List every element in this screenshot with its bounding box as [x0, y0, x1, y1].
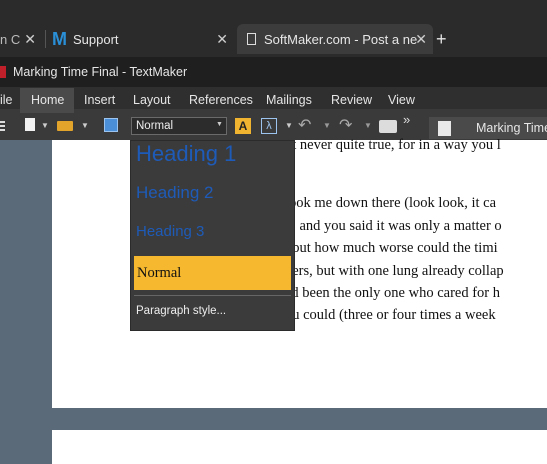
style-option-heading-3[interactable]: Heading 3: [136, 223, 291, 247]
new-document-icon[interactable]: [25, 118, 35, 131]
paragraph-style-select[interactable]: Normal ▼: [131, 117, 227, 135]
chevron-down-icon[interactable]: ▼: [285, 121, 293, 130]
document-page-next[interactable]: [52, 430, 547, 464]
document-tab-label: Marking Time: [476, 121, 547, 135]
window-title: Marking Time Final - TextMaker: [13, 65, 188, 79]
dropdown-divider: [134, 295, 291, 296]
chevron-down-icon[interactable]: ▼: [364, 121, 372, 130]
tab-file[interactable]: ile: [0, 93, 13, 107]
close-icon[interactable]: ✕: [24, 31, 36, 48]
site-logo-icon: M: [52, 28, 67, 49]
new-tab-button[interactable]: +: [436, 24, 456, 54]
formula-icon[interactable]: λ: [261, 118, 277, 134]
close-icon[interactable]: ✕: [415, 31, 427, 48]
tab-review[interactable]: Review: [331, 93, 372, 107]
document-text-line: n, and you said it was only a matter o: [285, 218, 502, 234]
app-icon: [0, 66, 6, 78]
browser-tab-support[interactable]: M Support ✕: [48, 24, 234, 54]
paragraph-style-menu-item[interactable]: Paragraph style...: [136, 305, 226, 317]
tab-mailings[interactable]: Mailings: [266, 93, 312, 107]
tab-label: n C: [0, 31, 21, 47]
tab-separator: [45, 30, 46, 48]
character-style-icon[interactable]: A: [235, 118, 251, 134]
tab-references[interactable]: References: [189, 93, 253, 107]
browser-tab-strip: n C ✕ M Support ✕ SoftMaker.com - Post a…: [0, 0, 547, 57]
tab-label: Support: [73, 31, 119, 47]
browser-tab-softmaker[interactable]: SoftMaker.com - Post a ne ✕: [237, 24, 433, 54]
paragraph-style-dropdown: Heading 1 Heading 2 Heading 3 Normal Par…: [130, 140, 295, 331]
undo-icon[interactable]: ↶: [298, 115, 311, 135]
tab-insert[interactable]: Insert: [84, 93, 115, 107]
open-folder-icon[interactable]: [57, 121, 73, 131]
style-option-normal[interactable]: Normal: [134, 256, 291, 290]
document-icon: [438, 121, 451, 136]
app-title-bar: Marking Time Final - TextMaker: [0, 57, 547, 87]
tab-layout[interactable]: Layout: [133, 93, 171, 107]
browser-tab[interactable]: n C ✕: [0, 24, 40, 54]
chevron-down-icon: ▼: [216, 121, 223, 128]
document-text-line: hers, but with one lung already collap: [285, 263, 504, 279]
menu-icon[interactable]: [0, 121, 5, 131]
tab-home[interactable]: Home: [31, 93, 64, 107]
style-option-heading-2[interactable]: Heading 2: [136, 183, 291, 207]
save-icon[interactable]: [104, 118, 118, 132]
redo-icon[interactable]: ↷: [339, 115, 352, 135]
page-icon: [247, 33, 256, 45]
document-tab[interactable]: Marking Time: [429, 117, 547, 139]
style-option-normal-label: Normal: [137, 265, 182, 281]
document-text-line: , but how much worse could the timi: [285, 240, 498, 256]
tab-view[interactable]: View: [388, 93, 415, 107]
chevron-down-icon[interactable]: ▼: [41, 121, 49, 130]
close-icon[interactable]: ✕: [216, 31, 228, 48]
chevron-down-icon[interactable]: ▼: [81, 121, 89, 130]
document-text-line: ut never quite true, for in a way you l: [285, 137, 501, 153]
document-text-line: took me down there (look look, it ca: [285, 195, 497, 211]
document-text-line: ou could (three or four times a week: [285, 307, 496, 323]
document-text-line: ad been the only one who cared for h: [285, 285, 501, 301]
style-value: Normal: [136, 120, 174, 132]
chevron-down-icon[interactable]: ▼: [323, 121, 331, 130]
style-option-heading-1[interactable]: Heading 1: [136, 141, 291, 171]
print-icon[interactable]: [379, 120, 397, 133]
toolbar-overflow-icon[interactable]: »: [403, 112, 410, 127]
tab-label: SoftMaker.com - Post a ne: [264, 31, 418, 47]
